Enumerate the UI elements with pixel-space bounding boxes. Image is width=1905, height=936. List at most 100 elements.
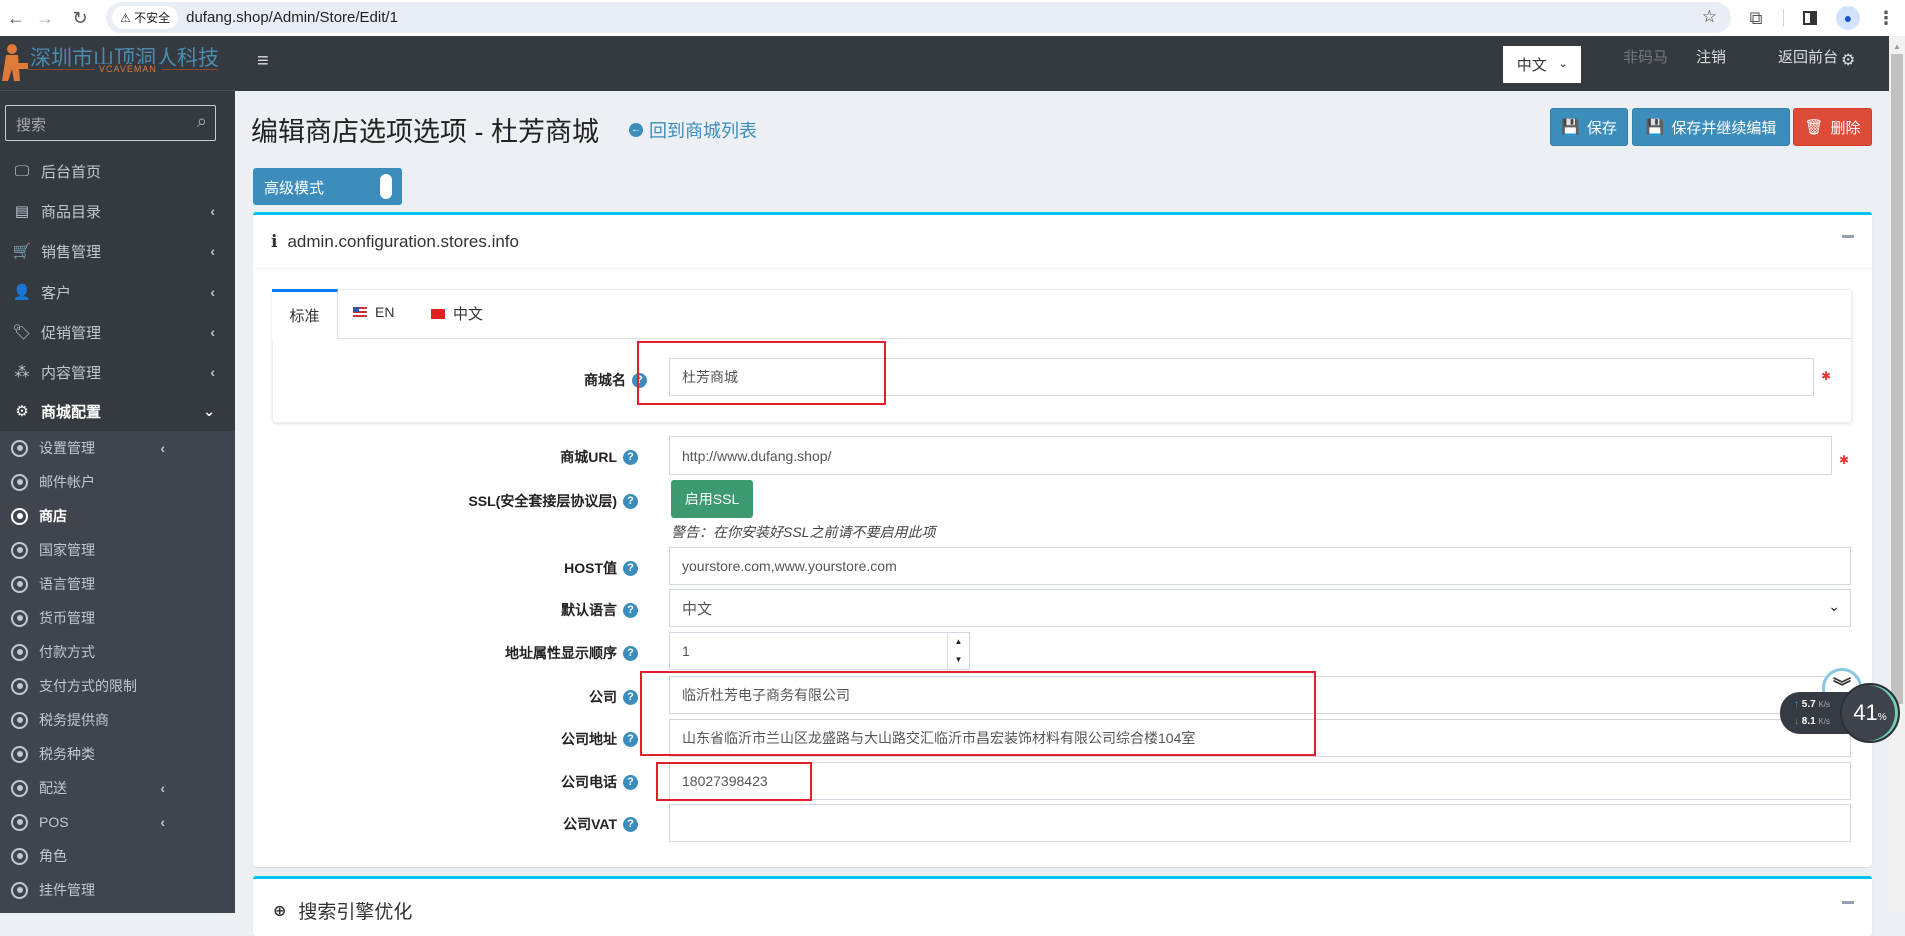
help-icon[interactable]: ? [623, 560, 638, 576]
enable-ssl-button[interactable]: 启用SSL [671, 480, 753, 518]
sidebar-subitem-pos[interactable]: POS ‹ [0, 805, 235, 839]
spin-down-icon[interactable]: ▼ [948, 651, 969, 669]
sidebar-subitem-currencies[interactable]: 货币管理 [0, 601, 235, 635]
label-text: 地址属性显示顺序 [505, 645, 617, 661]
sidebar-item-store-config[interactable]: ⚙ 商城配置 ⌄ [0, 391, 235, 431]
spin-up-icon[interactable]: ▲ [948, 633, 969, 651]
language-select[interactable]: 中文 ⌄ [1503, 46, 1581, 83]
nav-label: 促销管理 [41, 324, 102, 342]
help-icon[interactable]: ? [623, 731, 638, 747]
memory-usage-gauge[interactable]: 41% [1840, 683, 1900, 743]
save-button[interactable]: 💾 保存 [1550, 108, 1628, 146]
profile-avatar-icon[interactable]: ● [1836, 6, 1860, 30]
security-warning[interactable]: ⚠ 不安全 [112, 6, 179, 29]
help-icon[interactable]: ? [623, 645, 638, 661]
sidebar-item-customers[interactable]: 👤 客户 ‹ [0, 272, 235, 312]
collapse-minus-icon[interactable] [1842, 901, 1854, 904]
reload-icon[interactable]: ↻ [68, 6, 92, 30]
host-input[interactable]: yourstore.com,www.yourstore.com [669, 547, 1851, 585]
sidebar-search-input[interactable]: 搜索 ⌕ [5, 105, 216, 141]
sidebar-item-sales[interactable]: 🛒 销售管理 ‹ [0, 231, 235, 271]
label-text: 商城URL [560, 449, 617, 465]
scrollbar-thumb[interactable] [1891, 54, 1903, 704]
company-input[interactable]: 临沂杜芳电子商务有限公司 [669, 676, 1851, 714]
sidebar-subitem-widgets[interactable]: 挂件管理 [0, 873, 235, 907]
speed-unit: K/s [1818, 717, 1831, 726]
scroll-up-icon[interactable]: ▲ [1893, 42, 1901, 51]
sidebar-item-promotions[interactable]: 🏷 促销管理 ‹ [0, 312, 235, 352]
toolbar-divider [1783, 9, 1784, 27]
sidebar-subitem-payment-restrictions[interactable]: 支付方式的限制 [0, 669, 235, 703]
bookmark-star-icon[interactable]: ☆ [1702, 7, 1717, 27]
help-icon[interactable]: ? [632, 372, 647, 388]
save-label: 保存 [1586, 119, 1617, 137]
cart-icon: 🛒 [12, 243, 32, 260]
address-order-input[interactable]: 1 ▲ ▼ [669, 632, 970, 670]
tab-chinese[interactable]: 中文 [431, 303, 483, 324]
address-bar[interactable]: ⚠ 不安全 dufang.shop/Admin/Store/Edit/1 ☆ [106, 2, 1731, 33]
sidebar-subitem-languages[interactable]: 语言管理 [0, 567, 235, 601]
search-icon[interactable]: ⌕ [197, 111, 207, 132]
company-address-input[interactable]: 山东省临沂市兰山区龙盛路与大山路交汇临沂市昌宏装饰材料有限公司综合楼104室 [669, 719, 1851, 757]
brand-logo[interactable]: 深圳市山顶洞人科技 VCAVEMAN [0, 36, 235, 91]
delete-label: 删除 [1830, 119, 1861, 137]
save-continue-button[interactable]: 💾 保存并继续编辑 [1632, 108, 1790, 146]
chevron-left-icon: ‹ [160, 440, 165, 456]
store-url-input[interactable]: http://www.dufang.shop/ [669, 436, 1832, 475]
help-icon[interactable]: ? [623, 493, 638, 509]
delete-button[interactable]: 🗑 删除 [1793, 108, 1872, 146]
box-header: i admin.configuration.stores.info [271, 232, 519, 252]
back-icon[interactable]: ← [4, 6, 28, 30]
sidebar-subitem-payment[interactable]: 付款方式 [0, 635, 235, 669]
sidebar-item-catalog[interactable]: ▤ 商品目录 ‹ [0, 191, 235, 231]
ssl-button-label: 启用SSL [684, 491, 740, 507]
advanced-mode-toggle[interactable]: 高级模式 [253, 168, 402, 205]
gears-icon[interactable]: ⚙ [1841, 50, 1855, 70]
sidebar-subitem-tax-providers[interactable]: 税务提供商 [0, 703, 235, 737]
user-icon: 👤 [12, 284, 32, 301]
sidebar-item-content[interactable]: ⁂ 内容管理 ‹ [0, 352, 235, 392]
extensions-icon[interactable]: ⧉ [1744, 6, 1768, 30]
tab-en[interactable]: EN [353, 304, 394, 320]
help-icon[interactable]: ? [623, 774, 638, 790]
chevron-left-icon: ‹ [210, 364, 215, 380]
nav-label: 客户 [41, 284, 72, 302]
number-spinner[interactable]: ▲ ▼ [947, 633, 969, 669]
logo-subtext: VCAVEMAN [95, 64, 161, 74]
sidebar-subitem-countries[interactable]: 国家管理 [0, 533, 235, 567]
sidebar-item-dashboard[interactable]: 🖵 后台首页 [0, 151, 235, 191]
help-icon[interactable]: ? [623, 602, 638, 618]
circle-dot-icon [11, 711, 28, 729]
default-language-select[interactable]: 中文 ⌄ [669, 589, 1851, 627]
label-text: SSL(安全套接层协议层) [468, 493, 617, 509]
help-icon[interactable]: ? [623, 449, 638, 465]
logout-link[interactable]: 注销 [1696, 46, 1726, 67]
chevron-down-icon: ⌄ [1828, 598, 1840, 614]
more-menu-icon[interactable]: ⋮ [1874, 6, 1898, 30]
sidebar-subitem-settings[interactable]: 设置管理 ‹ [0, 431, 235, 465]
company-phone-input[interactable]: 18027398423 [669, 762, 1851, 800]
circle-dot-icon [11, 779, 28, 797]
forward-icon[interactable]: → [33, 6, 57, 30]
sidebar-subitem-roles[interactable]: 角色 [0, 839, 235, 873]
help-icon[interactable]: ? [623, 689, 638, 705]
store-name-input[interactable]: 杜芳商城 [669, 358, 1814, 396]
nav-label: 语言管理 [39, 576, 95, 592]
company-label: 公司? [258, 687, 638, 707]
tab-standard[interactable]: 标准 [272, 289, 338, 339]
company-vat-input[interactable] [669, 804, 1851, 842]
sidebar-subitem-shipping[interactable]: 配送 ‹ [0, 771, 235, 805]
help-icon[interactable]: ? [623, 816, 638, 832]
sidebar-subitem-email[interactable]: 邮件帐户 [0, 465, 235, 499]
collapse-minus-icon[interactable] [1842, 235, 1854, 238]
frontend-link[interactable]: 返回前台 [1778, 46, 1838, 67]
nav-label: 邮件帐户 [39, 474, 95, 490]
sidebar-subitem-store[interactable]: 商店 [0, 499, 235, 533]
hamburger-menu-icon[interactable]: ≡ [257, 50, 269, 73]
sidebar-subitem-tax-categories[interactable]: 税务种类 [0, 737, 235, 771]
nav-label: 税务提供商 [39, 712, 109, 728]
username-link[interactable]: 非码马 [1623, 46, 1668, 67]
back-to-list-link[interactable]: ← 回到商城列表 [629, 117, 757, 143]
page-scrollbar[interactable]: ▲ [1889, 36, 1905, 913]
side-panel-icon[interactable] [1803, 11, 1817, 25]
